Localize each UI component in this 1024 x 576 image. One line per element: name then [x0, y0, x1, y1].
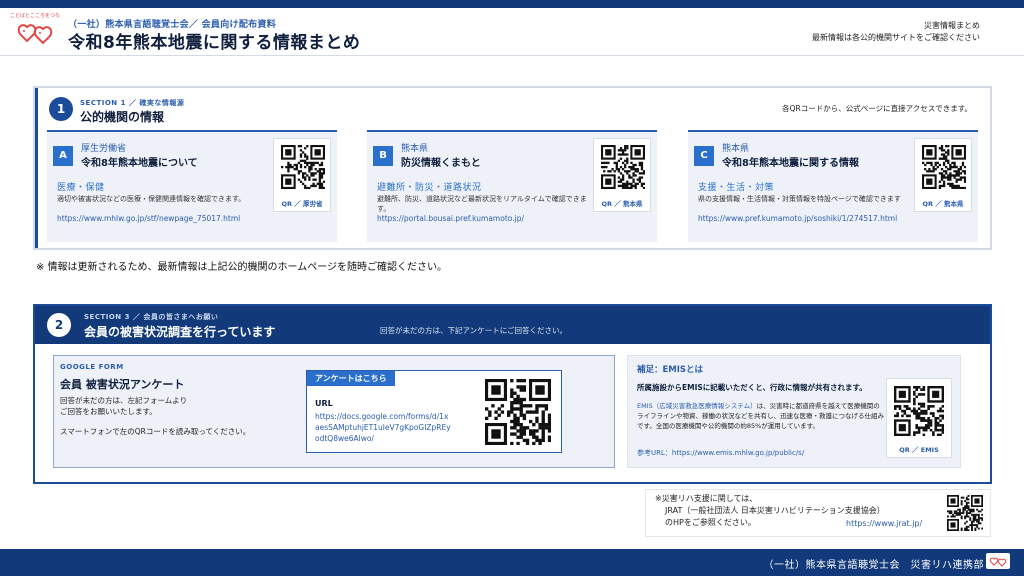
qr-code-mhlw[interactable]: QR ／ 厚労省 — [273, 138, 331, 212]
jrat-line1: ※災害リハ支援に関しては、 — [655, 494, 758, 503]
qr-code-bousai[interactable]: QR ／ 熊本県 — [593, 138, 651, 212]
section-accent-bar — [35, 88, 38, 248]
card-url-link[interactable]: https://portal.bousai.pref.kumamoto.jp/ — [377, 214, 587, 224]
card-org: 熊本県 — [722, 144, 750, 154]
survey-form-panel: GOOGLE FORM 会員 被害状況アンケート 回答が未だの方は、左記フォーム… — [53, 355, 615, 468]
card-description: 県の支援情報・生活情報・対策情報を特設ページで確認できます — [698, 195, 901, 203]
card-category: 避難所・防災・道路状況 — [377, 183, 482, 193]
qr-code-icon — [894, 386, 944, 436]
qr-label: QR ／ 熊本県 — [922, 200, 964, 208]
survey-link-tag: アンケートはこちら — [307, 371, 395, 386]
card-description: 適切や被害状況などの医療・保健関連情報を確認できます。 — [57, 195, 246, 203]
jrat-url-link[interactable]: https://www.jrat.jp/ — [846, 519, 922, 528]
section-title: 公的機関の情報 — [80, 110, 165, 124]
header-right-note: 災害情報まとめ 最新情報は各公的機関サイトをご確認ください — [812, 20, 980, 44]
footer-org-name: （一社）熊本県言語聴覚士会 災害リハ連携部 — [763, 560, 984, 571]
card-org: 熊本県 — [401, 144, 429, 154]
emis-info-panel: 補足：EMISとは 所属施設からEMISに記載いただくと、行政に情報が共有されま… — [627, 355, 961, 468]
survey-link-box[interactable]: アンケートはこちら URL https://docs.google.com/fo… — [306, 370, 562, 453]
emis-body-accent: EMIS（広域災害救急医療情報システム） — [637, 402, 757, 410]
card-badge: C — [694, 146, 714, 166]
card-title: 令和8年熊本地震について — [81, 158, 198, 169]
qr-label: QR ／ 熊本県 — [601, 200, 643, 208]
form-title: 会員 被害状況アンケート — [60, 378, 185, 391]
info-card-pref: C 熊本県 令和8年熊本地震に関する情報 支援・生活・対策 県の支援情報・生活情… — [688, 130, 978, 242]
section-small-label: SECTION 3 ／ 会員の皆さまへお願い — [84, 313, 219, 321]
card-badge: A — [53, 146, 73, 166]
form-line1: 回答が未だの方は、左記フォームより — [60, 396, 188, 405]
card-category: 医療・保健 — [57, 183, 105, 193]
top-accent-bar — [0, 0, 1024, 8]
logo-text: ことばとこころをつなぐ — [10, 13, 60, 19]
qr-code-emis[interactable]: QR ／ EMIS — [886, 378, 952, 458]
qr-label: QR ／ EMIS — [899, 446, 939, 454]
form-label: GOOGLE FORM — [60, 363, 124, 371]
update-notice: ※ 情報は更新されるため、最新情報は上記公的機関のホームページを随時ご確認くださ… — [36, 262, 448, 273]
qr-code-pref[interactable]: QR ／ 熊本県 — [914, 138, 972, 212]
jrat-line2: JRAT（一般社団法人 日本災害リハビリテーション支援協会） — [665, 506, 885, 515]
survey-qr-code-icon[interactable] — [485, 379, 551, 445]
form-instructions: 回答が未だの方は、左記フォームより ご回答をお願いいたします。 スマートフォンで… — [60, 395, 250, 437]
info-card-bousai: B 熊本県 防災情報くまもと 避難所・防災・道路状況 避難所、防災、道路状況など… — [367, 130, 657, 242]
jrat-qr-code-icon[interactable] — [947, 495, 983, 531]
page-title: 令和8年熊本地震に関する情報まとめ — [68, 33, 361, 53]
qr-code-icon — [281, 145, 325, 189]
emis-reference-link[interactable]: 参考URL：https://www.emis.mhlw.go.jp/public… — [637, 448, 887, 458]
card-org: 厚生労働省 — [81, 144, 127, 154]
section-number-badge: 1 — [49, 97, 73, 121]
header-divider — [0, 55, 1024, 56]
section-hint: 回答が未だの方は、下記アンケートにご回答ください。 — [380, 326, 568, 335]
card-title: 令和8年熊本地震に関する情報 — [722, 158, 859, 169]
form-line3: スマートフォンで左のQRコードを読み取ってください。 — [60, 427, 251, 436]
jrat-footnote: ※災害リハ支援に関しては、 JRAT（一般社団法人 日本災害リハビリテーション支… — [645, 489, 991, 537]
card-title: 防災情報くまもと — [401, 158, 481, 169]
survey-url-label: URL — [315, 399, 333, 408]
form-line2: ご回答をお願いいたします。 — [60, 407, 157, 416]
footer-logo-icon — [986, 553, 1010, 569]
emis-lead: 所属施設からEMISに記載いただくと、行政に情報が共有されます。 — [637, 383, 867, 392]
org-logo: ことばとこころをつなぐ — [10, 12, 60, 50]
header-right-line1: 災害情報まとめ — [924, 21, 980, 30]
card-url-link[interactable]: https://www.mhlw.go.jp/stf/newpage_75017… — [57, 214, 267, 224]
section-title: 会員の被害状況調査を行っています — [84, 325, 276, 339]
section-number-badge: 2 — [47, 313, 71, 337]
header-right-line2: 最新情報は各公的機関サイトをご確認ください — [812, 33, 980, 42]
qr-code-icon — [601, 145, 645, 189]
qr-code-icon — [922, 145, 966, 189]
card-description: 避難所、防災、道路状況など最新状況をリアルタイムで確認できます。 — [377, 195, 587, 213]
section-small-label: SECTION 1 ／ 確実な情報源 — [80, 99, 185, 107]
card-badge: B — [373, 146, 393, 166]
card-url-link[interactable]: https://www.pref.kumamoto.jp/soshiki/1/2… — [698, 214, 908, 224]
card-category: 支援・生活・対策 — [698, 183, 775, 193]
info-card-mhlw: A 厚生労働省 令和8年熊本地震について 医療・保健 適切や被害状況などの医療・… — [47, 130, 337, 242]
emis-label: 補足：EMISとは — [637, 365, 704, 375]
section-hint: 各QRコードから、公式ページに直接アクセスできます。 — [782, 104, 972, 113]
qr-label: QR ／ 厚労省 — [281, 200, 323, 208]
survey-url-link[interactable]: https://docs.google.com/forms/d/1xaesSAM… — [315, 411, 451, 444]
emis-body: EMIS（広域災害救急医療情報システム）は、災害時に都道府県を越えて医療機関のラ… — [637, 401, 885, 431]
